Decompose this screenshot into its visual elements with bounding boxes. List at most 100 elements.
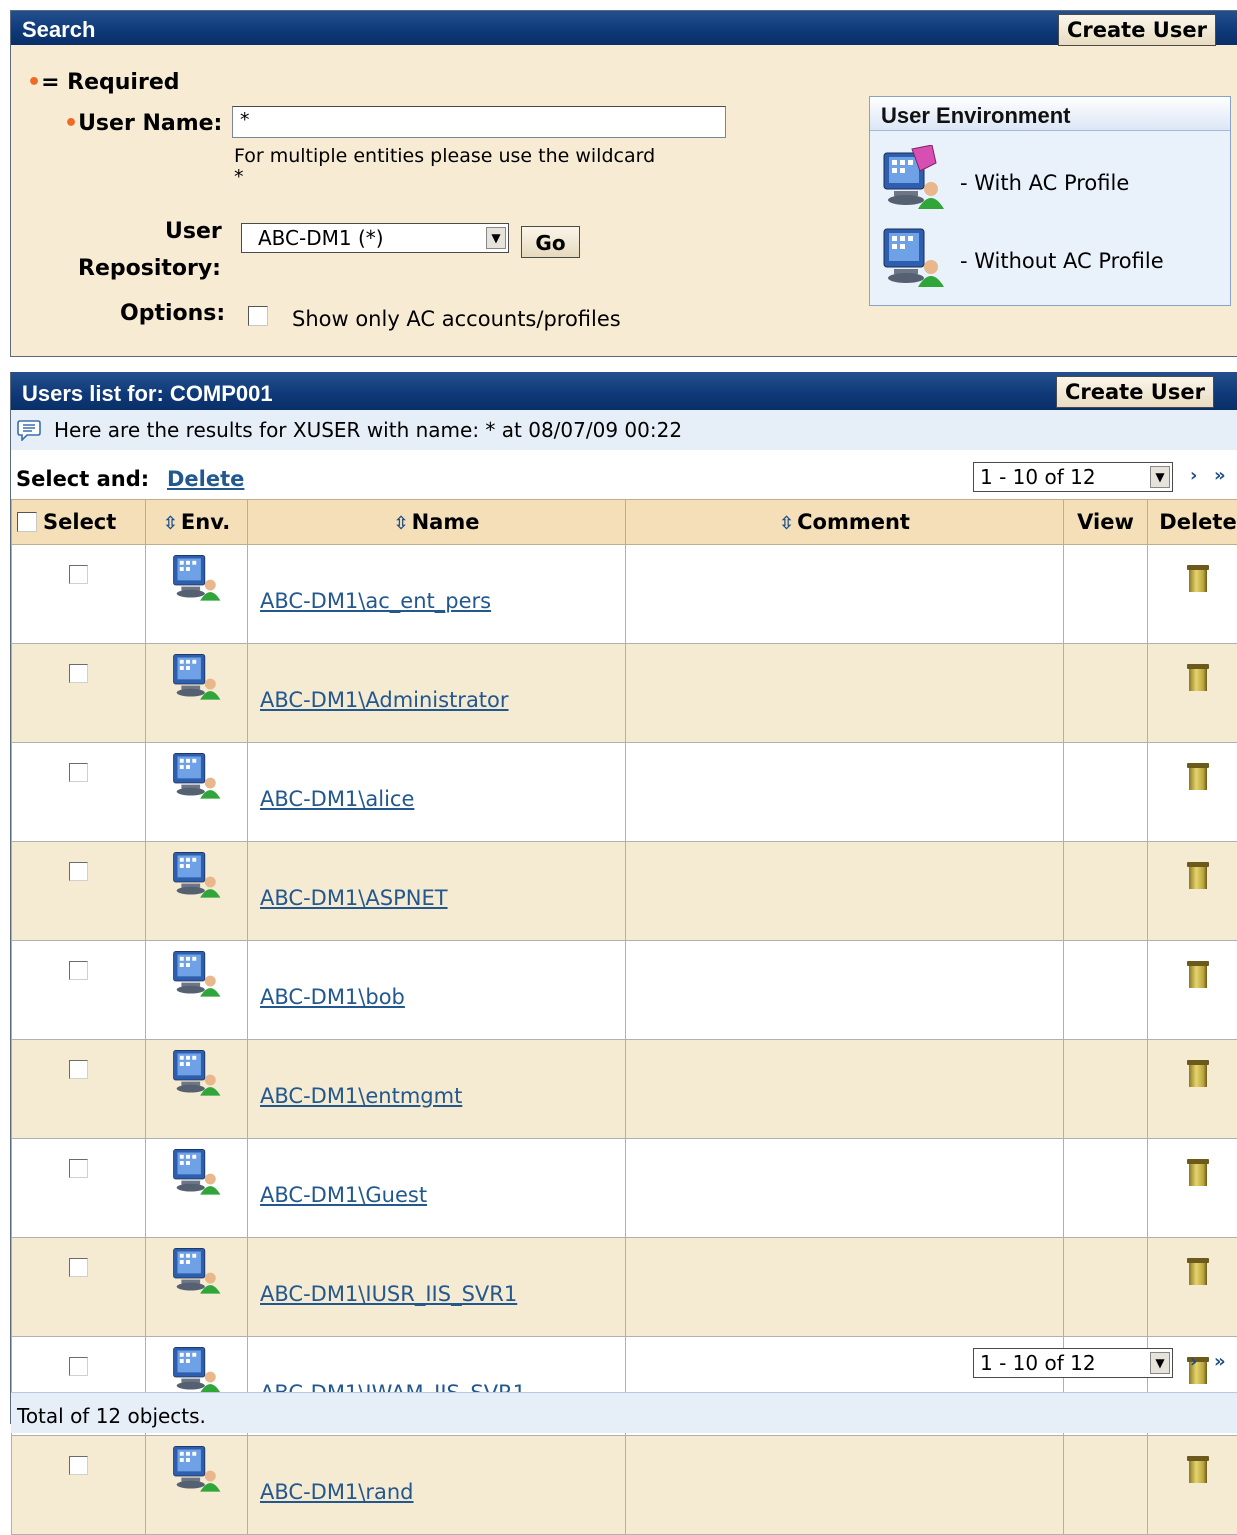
trash-icon[interactable] xyxy=(1189,763,1207,790)
user-name-link[interactable]: ABC-DM1\bob xyxy=(260,985,405,1009)
comment-cell xyxy=(626,545,1064,644)
row-select-cell xyxy=(12,842,146,941)
row-select-cell xyxy=(12,1139,146,1238)
user-name-link[interactable]: ABC-DM1\Administrator xyxy=(260,688,509,712)
user-name-link[interactable]: ABC-DM1\ASPNET xyxy=(260,886,448,910)
row-checkbox[interactable] xyxy=(69,1456,88,1475)
row-checkbox[interactable] xyxy=(69,1159,88,1178)
name-cell: ABC-DM1\rand xyxy=(248,1436,626,1535)
delete-column-header: Delete xyxy=(1148,500,1237,545)
total-bar: Total of 12 objects. xyxy=(11,1392,1237,1433)
row-select-cell xyxy=(12,545,146,644)
total-count: Total of 12 objects. xyxy=(17,1404,206,1428)
required-dot-icon: • xyxy=(27,70,41,95)
row-checkbox[interactable] xyxy=(69,763,88,782)
row-checkbox[interactable] xyxy=(69,1258,88,1277)
next-page-icon[interactable]: › xyxy=(1190,465,1197,486)
trash-icon[interactable] xyxy=(1189,664,1207,691)
user-name-link[interactable]: ABC-DM1\entmgmt xyxy=(260,1084,462,1108)
trash-icon[interactable] xyxy=(1189,565,1207,592)
name-column-header[interactable]: ⇳Name xyxy=(248,500,626,545)
name-cell: ABC-DM1\Guest xyxy=(248,1139,626,1238)
delete-cell xyxy=(1148,1238,1237,1337)
comment-column-header[interactable]: ⇳Comment xyxy=(626,500,1064,545)
user-icon xyxy=(172,1182,222,1206)
next-page-icon[interactable]: › xyxy=(1190,1351,1197,1372)
env-cell xyxy=(146,644,248,743)
trash-icon[interactable] xyxy=(1189,1060,1207,1087)
pager-value: 1 - 10 of 12 xyxy=(980,1351,1096,1375)
delete-cell xyxy=(1148,743,1237,842)
user-icon xyxy=(172,984,222,1008)
sort-icon[interactable]: ⇳ xyxy=(394,513,409,534)
view-cell xyxy=(1064,941,1148,1040)
pager-select-bottom[interactable]: 1 - 10 of 12 ▼ xyxy=(973,1348,1173,1378)
comment-cell xyxy=(626,743,1064,842)
row-select-cell xyxy=(12,1436,146,1535)
trash-icon[interactable] xyxy=(1189,1159,1207,1186)
repository-label-2: Repository: xyxy=(78,256,221,281)
create-user-button[interactable]: Create User xyxy=(1058,14,1216,46)
row-checkbox[interactable] xyxy=(69,862,88,881)
row-checkbox[interactable] xyxy=(69,1357,88,1376)
name-cell: ABC-DM1\entmgmt xyxy=(248,1040,626,1139)
repository-select[interactable]: ABC-DM1 (*) ▼ xyxy=(241,223,509,253)
user-icon xyxy=(172,885,222,909)
env-cell xyxy=(146,1238,248,1337)
env-column-header[interactable]: ⇳Env. xyxy=(146,500,248,545)
last-page-icon[interactable]: » xyxy=(1214,1351,1226,1372)
trash-icon[interactable] xyxy=(1189,961,1207,988)
row-select-cell xyxy=(12,941,146,1040)
wildcard-hint: For multiple entities please use the wil… xyxy=(234,145,655,167)
user-name-link[interactable]: ABC-DM1\rand xyxy=(260,1480,414,1504)
username-label: •User Name: xyxy=(64,111,222,136)
trash-icon[interactable] xyxy=(1189,1456,1207,1483)
user-environment-legend: User Environment - With AC Profile - Wit… xyxy=(869,96,1231,306)
options-label: Options: xyxy=(120,301,225,326)
env-cell xyxy=(146,743,248,842)
dropdown-arrow-icon[interactable]: ▼ xyxy=(1150,1352,1170,1374)
users-list-title: Users list for: COMP001 xyxy=(22,381,273,407)
delete-cell xyxy=(1148,1436,1237,1535)
sort-icon[interactable]: ⇳ xyxy=(163,513,178,534)
row-checkbox[interactable] xyxy=(69,664,88,683)
results-message: Here are the results for XUSER with name… xyxy=(54,418,682,442)
dropdown-arrow-icon[interactable]: ▼ xyxy=(1150,466,1170,488)
user-icon xyxy=(882,225,946,296)
bulk-delete-link[interactable]: Delete xyxy=(167,467,244,491)
pager-select-top[interactable]: 1 - 10 of 12 ▼ xyxy=(973,462,1173,492)
env-cell xyxy=(146,941,248,1040)
ac-only-checkbox[interactable] xyxy=(248,306,268,326)
users-table: Select ⇳Env. ⇳Name ⇳Comment View Delete … xyxy=(11,499,1237,1535)
row-checkbox[interactable] xyxy=(69,1060,88,1079)
comment-cell xyxy=(626,1238,1064,1337)
go-button[interactable]: Go xyxy=(521,226,580,258)
required-legend: •= Required xyxy=(27,70,180,95)
table-row: ABC-DM1\Guest xyxy=(12,1139,1237,1238)
row-select-cell xyxy=(12,743,146,842)
search-title: Search xyxy=(22,17,95,43)
row-checkbox[interactable] xyxy=(69,961,88,980)
delete-cell xyxy=(1148,1139,1237,1238)
user-name-link[interactable]: ABC-DM1\IUSR_IIS_SVR1 xyxy=(260,1282,517,1306)
users-list-panel: Users list for: COMP001 Here are the res… xyxy=(10,372,1237,1424)
user-name-link[interactable]: ABC-DM1\ac_ent_pers xyxy=(260,589,491,613)
trash-icon[interactable] xyxy=(1189,862,1207,889)
dropdown-arrow-icon[interactable]: ▼ xyxy=(486,227,506,249)
user-name-link[interactable]: ABC-DM1\alice xyxy=(260,787,414,811)
view-cell xyxy=(1064,1139,1148,1238)
user-name-link[interactable]: ABC-DM1\Guest xyxy=(260,1183,427,1207)
sort-icon[interactable]: ⇳ xyxy=(779,513,794,534)
create-user-button[interactable]: Create User xyxy=(1056,376,1214,408)
row-checkbox[interactable] xyxy=(69,565,88,584)
without-ac-profile-label: - Without AC Profile xyxy=(960,249,1164,273)
trash-icon[interactable] xyxy=(1189,1258,1207,1285)
user-icon xyxy=(172,1281,222,1305)
with-ac-profile-label: - With AC Profile xyxy=(960,171,1129,195)
delete-cell xyxy=(1148,545,1237,644)
last-page-icon[interactable]: » xyxy=(1214,465,1226,486)
env-cell xyxy=(146,842,248,941)
name-cell: ABC-DM1\alice xyxy=(248,743,626,842)
username-input[interactable]: * xyxy=(232,106,726,138)
select-all-checkbox[interactable] xyxy=(17,512,37,532)
